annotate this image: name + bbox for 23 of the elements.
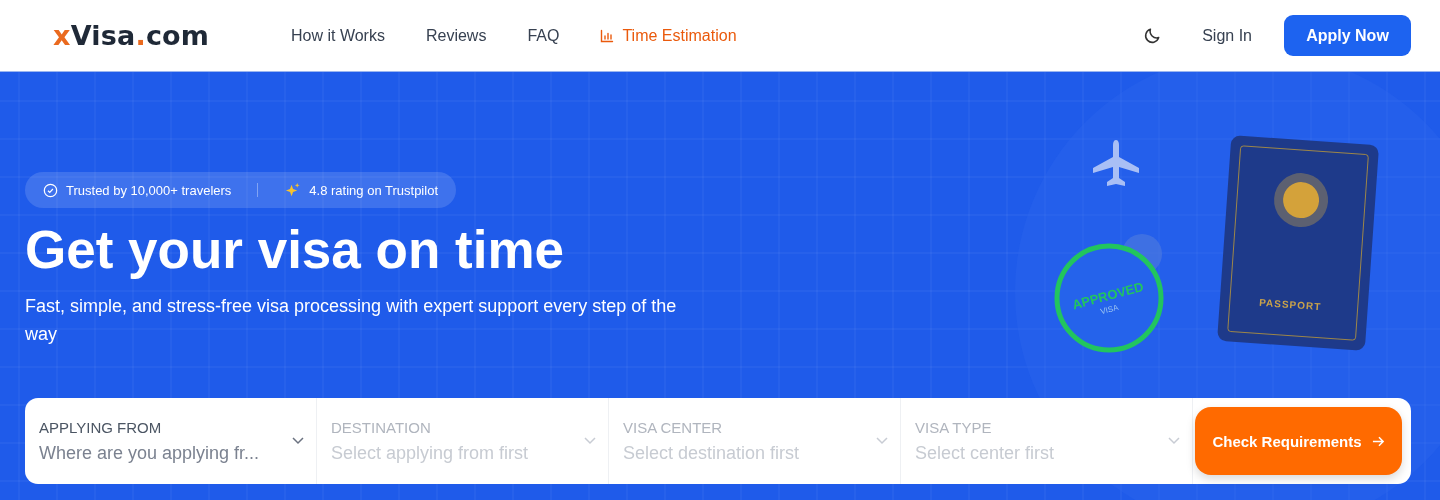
- nav-link[interactable]: FAQ: [527, 26, 560, 45]
- hero-subtitle: Fast, simple, and stress-free visa processing with expert support every step of the way: [25, 295, 678, 346]
- nav-link[interactable]: Reviews: [425, 26, 487, 45]
- bar-chart-icon: [600, 28, 615, 43]
- airplane-icon: [1093, 140, 1139, 186]
- chevron-down-icon[interactable]: [292, 437, 304, 445]
- field-label: DESTINATION: [331, 418, 431, 436]
- field-label: APPLYING FROM: [39, 418, 162, 436]
- arrow-right-icon: [1371, 434, 1385, 448]
- nav-link[interactable]: Time Estimation: [600, 26, 737, 45]
- passport-label: PASSPORT: [1258, 296, 1322, 313]
- hero-title: Get your visa on time: [25, 220, 564, 280]
- logo[interactable]: xVisa.com: [53, 20, 291, 51]
- field-label: VISA CENTER: [623, 418, 723, 436]
- trust-text: 4.8 rating on Trustpilot: [309, 182, 438, 198]
- sparkle-icon: [284, 181, 302, 199]
- select-field[interactable]: Where are you applying fr...: [39, 442, 275, 464]
- apply-now-button[interactable]: Apply Now: [1284, 15, 1411, 56]
- nav-link[interactable]: How it Works: [291, 26, 385, 45]
- trust-text: Trusted by 10,000+ travelers: [66, 182, 232, 198]
- sign-in-link[interactable]: Sign In: [1202, 26, 1252, 45]
- check-circle-icon: [43, 182, 58, 198]
- field-label: VISA TYPE: [915, 418, 992, 436]
